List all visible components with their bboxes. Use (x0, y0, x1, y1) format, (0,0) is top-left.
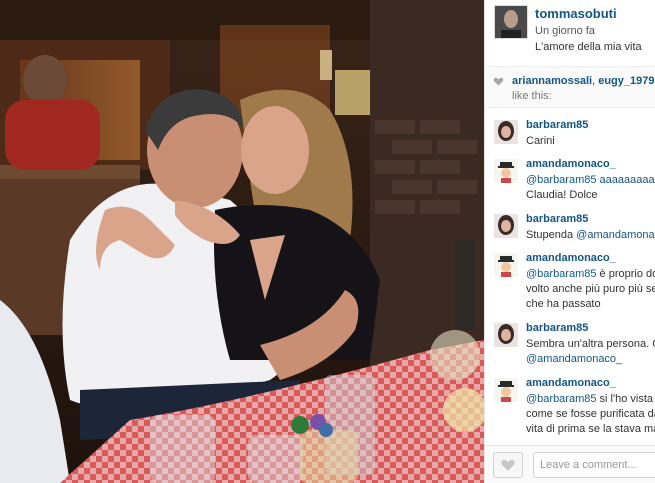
comment-text: Carini (526, 135, 555, 147)
likes-text: like this: (512, 90, 552, 102)
comment-text: @barbaram85 è proprio do (526, 268, 655, 280)
commenter-avatar[interactable] (494, 378, 518, 402)
heart-icon (493, 77, 504, 86)
comment-footer (485, 445, 655, 483)
post-sidebar: tommasobuti Un giorno fa L'amore della m… (484, 0, 655, 483)
likes-section: ariannamossali, eugy_1979, like this: (485, 67, 655, 108)
comment-text: Claudia! Dolce⁣ (526, 189, 598, 201)
comment-username[interactable]: amandamonaco_ (526, 158, 616, 170)
comment-username[interactable]: barbaram85 (526, 213, 588, 225)
comment-text: vita di prima se la stava ma (526, 423, 655, 435)
commenter-avatar[interactable] (494, 253, 518, 277)
post-time: Un giorno fa (535, 25, 595, 37)
post-photo[interactable] (0, 0, 484, 483)
comment-text: @barbaram85 aaaaaaaaa (526, 173, 655, 188)
comment-username[interactable]: barbaram85 (526, 119, 588, 131)
cartoon-avatar-icon (494, 253, 518, 277)
owner-avatar[interactable] (494, 5, 528, 39)
comment-mention[interactable]: @amandamonaco (576, 229, 655, 241)
woman-avatar-icon (494, 214, 518, 238)
comment-item: barbaram85 Sembra un'altra persona. G @a… (485, 318, 655, 373)
comment-item: barbaram85 Stupenda @amandamonaco (485, 209, 655, 248)
like-button[interactable] (493, 452, 523, 478)
comment-mention[interactable]: @barbaram85 (526, 268, 596, 280)
comment-text: Stupenda @amandamonaco (526, 228, 655, 243)
commenter-avatar[interactable] (494, 214, 518, 238)
comment-item: amandamonaco_ @barbaram85 è proprio do v… (485, 248, 655, 318)
owner-avatar-icon (495, 6, 527, 38)
comment-text: volto anche più puro più se (526, 283, 655, 295)
comment-text: Sembra un'altra persona. G (526, 338, 655, 350)
liker-link[interactable]: eugy_1979 (598, 75, 654, 87)
comment-username[interactable]: amandamonaco_ (526, 252, 616, 264)
post-header: tommasobuti Un giorno fa L'amore della m… (485, 0, 655, 67)
comment-mention[interactable]: @amandamonaco_ (526, 352, 622, 367)
post-caption: L'amore della mia vita (535, 41, 642, 53)
comment-text: che ha passato⁣⁣⁣ (526, 298, 601, 310)
photo-illustration (0, 0, 484, 483)
commenter-avatar[interactable] (494, 159, 518, 183)
likes-users: ariannamossali, eugy_1979, (512, 75, 655, 87)
woman-avatar-icon (494, 323, 518, 347)
commenter-avatar[interactable] (494, 120, 518, 144)
cartoon-avatar-icon (494, 159, 518, 183)
comment-item: barbaram85 Carini (485, 115, 655, 154)
comment-line: @barbaram85 aaaaaaaaa (526, 174, 655, 186)
heart-outline-icon (501, 459, 515, 471)
comment-text: @barbaram85 si l'ho vista p (526, 393, 655, 405)
cartoon-avatar-icon (494, 378, 518, 402)
comment-mention[interactable]: @barbaram85 (526, 393, 596, 405)
comment-input[interactable] (533, 452, 655, 478)
comments-list[interactable]: barbaram85 Carini amandamonaco_ @barbara… (485, 115, 655, 445)
commenter-avatar[interactable] (494, 323, 518, 347)
comment-username[interactable]: amandamonaco_ (526, 377, 616, 389)
woman-avatar-icon (494, 120, 518, 144)
comment-text: come se fosse purificata da (526, 408, 655, 420)
comment-username[interactable]: barbaram85 (526, 322, 588, 334)
comment-item: amandamonaco_ @barbaram85 aaaaaaaaa Clau… (485, 154, 655, 209)
liker-link[interactable]: ariannamossali (512, 75, 592, 87)
comment-item: amandamonaco_ @barbaram85 si l'ho vista … (485, 373, 655, 445)
owner-username[interactable]: tommasobuti (535, 6, 617, 21)
